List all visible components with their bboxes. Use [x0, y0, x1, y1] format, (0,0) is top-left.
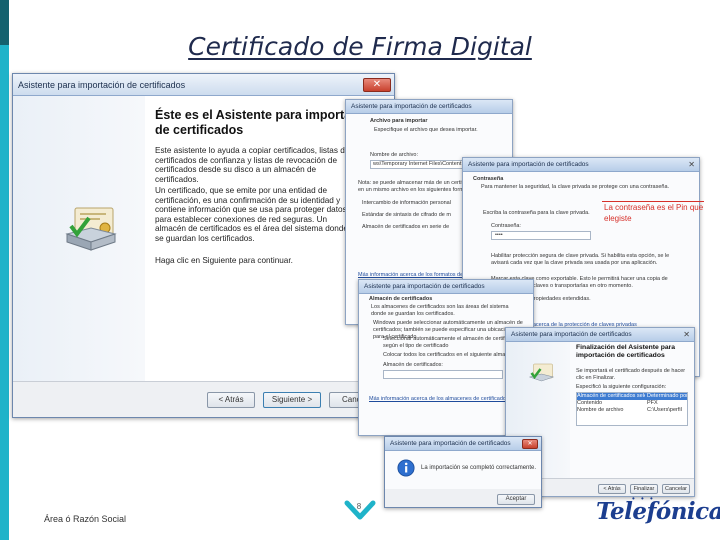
- password-wizard-title: Asistente para importación de certificad…: [468, 161, 589, 168]
- finish-text-2: Especificó la siguiente configuración:: [576, 384, 667, 390]
- store-input[interactable]: [383, 370, 503, 379]
- close-icon[interactable]: ✕: [363, 78, 391, 92]
- done-message: La importación se completó correctamente…: [421, 465, 537, 471]
- finish-back-button[interactable]: < Atrás: [598, 484, 626, 494]
- finish-button[interactable]: Finalizar: [630, 484, 658, 494]
- secure-protection-option[interactable]: Habilitar protección segura de clave pri…: [491, 253, 671, 267]
- main-wizard-title: Asistente para importación de certificad…: [18, 80, 186, 90]
- password-section-title: Contraseña: [473, 176, 504, 182]
- store-wizard-titlebar[interactable]: Asistente para importación de certificad…: [359, 280, 533, 294]
- info-icon: [397, 459, 415, 477]
- password-callout: La contraseña es el Pin que elegiste: [604, 203, 704, 223]
- close-icon[interactable]: ✕: [683, 328, 690, 341]
- password-section-subtitle: Para mantener la seguridad, la clave pri…: [481, 184, 670, 190]
- finish-wizard-title: Asistente para importación de certificad…: [511, 331, 632, 338]
- main-wizard-titlebar[interactable]: Asistente para importación de certificad…: [13, 74, 394, 96]
- wizard-paragraph-3: Haga clic en Siguiente para continuar.: [155, 256, 293, 265]
- password-input[interactable]: ••••: [491, 231, 591, 240]
- next-button[interactable]: Siguiente >: [263, 392, 321, 408]
- accent-bar: [0, 0, 9, 540]
- finish-wizard-titlebar[interactable]: Asistente para importación de certificad…: [506, 328, 694, 342]
- formats-note: Nota: se puede almacenar más de un certi…: [358, 180, 477, 193]
- file-wizard-titlebar[interactable]: Asistente para importación de certificad…: [346, 100, 512, 114]
- settings-list[interactable]: Almacén de certificados seleccionado Det…: [576, 392, 688, 426]
- list-item[interactable]: Contenido PFX: [577, 400, 687, 407]
- store-label: Almacén de certificados:: [383, 362, 443, 368]
- finish-cancel-button[interactable]: Cancelar: [662, 484, 690, 494]
- page-number: 8: [356, 502, 362, 511]
- done-dialog-title: Asistente para importación de certificad…: [390, 440, 511, 447]
- manual-store-radio[interactable]: Colocar todos los certificados en el sig…: [383, 352, 523, 359]
- ok-button[interactable]: Aceptar: [497, 494, 535, 505]
- back-button[interactable]: < Atrás: [207, 392, 255, 408]
- password-prompt: Escriba la contraseña para la clave priv…: [483, 210, 590, 216]
- close-icon[interactable]: ✕: [522, 439, 538, 449]
- close-icon[interactable]: ✕: [688, 158, 695, 171]
- file-name-label: Nombre de archivo:: [370, 152, 418, 158]
- file-section-subtitle: Especifique el archivo que desea importa…: [374, 127, 478, 133]
- certificate-icon: [65, 207, 117, 251]
- finish-heading: Finalización del Asistente para importac…: [576, 344, 676, 359]
- slide-title: Certificado de Firma Digital: [188, 32, 532, 61]
- main-wizard-window: Asistente para importación de certificad…: [12, 73, 395, 418]
- telefonica-logo: Telefónica: [596, 498, 720, 525]
- store-section-title: Almacén de certificados: [369, 296, 433, 302]
- auto-store-radio[interactable]: Seleccionar automáticamente el almacén d…: [383, 336, 523, 350]
- list-item[interactable]: Nombre de archivo C:\Users\perfil: [577, 407, 687, 414]
- wizard-paragraph-1: Este asistente lo ayuda a copiar certifi…: [155, 146, 350, 184]
- password-label: Contraseña:: [491, 223, 521, 229]
- footer-organization: Área ó Razón Social: [44, 514, 127, 524]
- finish-text-1: Se importará el certificado después de h…: [576, 368, 686, 381]
- done-dialog-titlebar[interactable]: Asistente para importación de certificad…: [385, 437, 541, 451]
- file-section-title: Archivo para importar: [370, 118, 428, 124]
- list-item[interactable]: Almacén de certificados seleccionado Det…: [577, 393, 687, 400]
- store-section-subtitle: Los almacenes de certificados son las ár…: [371, 304, 509, 317]
- certificate-icon: [528, 363, 555, 382]
- wizard-paragraph-2: Un certificado, que se emite por una ent…: [155, 186, 354, 243]
- done-dialog-window: Asistente para importación de certificad…: [384, 436, 542, 508]
- password-wizard-titlebar[interactable]: Asistente para importación de certificad…: [463, 158, 699, 172]
